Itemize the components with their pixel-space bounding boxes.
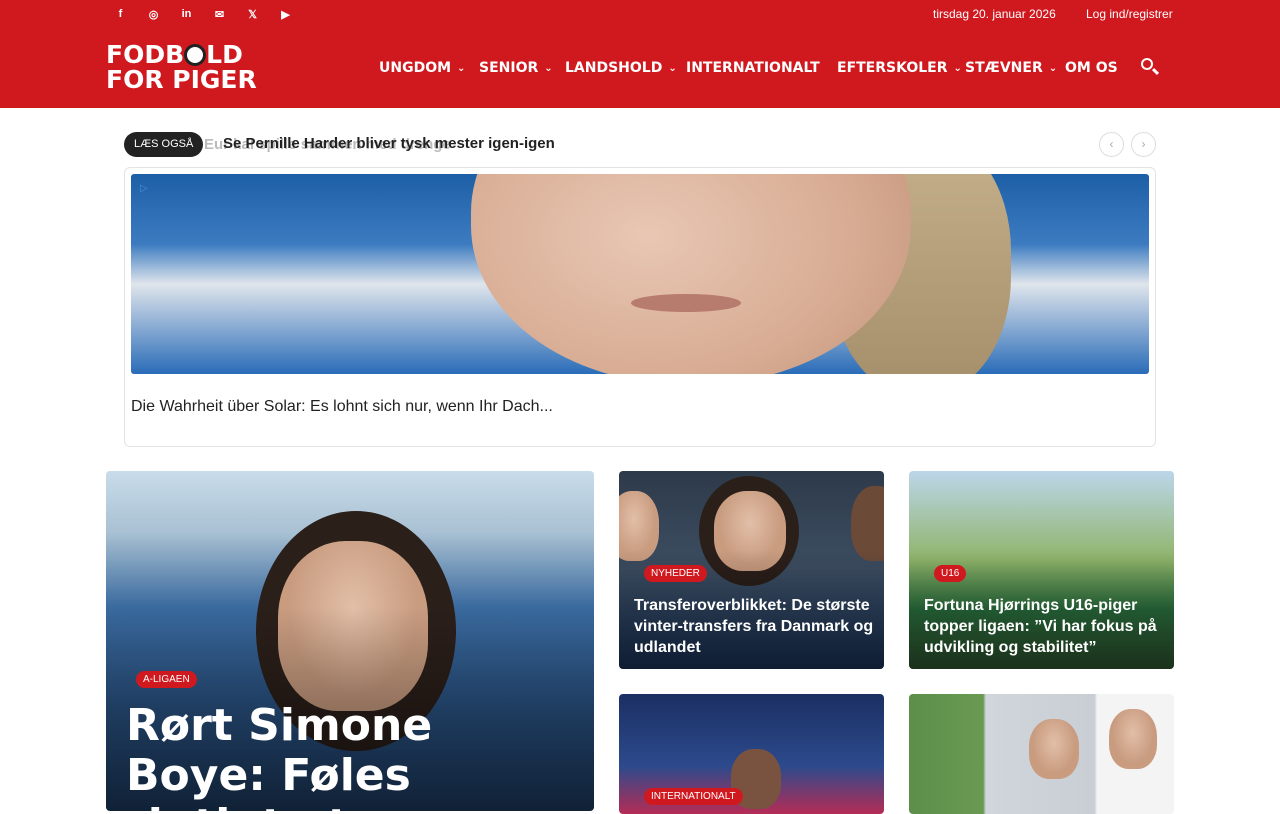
nav-item-internationalt[interactable]: INTERNATIONALT	[686, 58, 837, 78]
nav-item-senior[interactable]: SENIOR ⌄	[479, 58, 565, 78]
search-icon[interactable]	[1140, 57, 1160, 77]
youtube-icon[interactable]: ▶	[269, 6, 302, 22]
mail-icon[interactable]: ✉	[203, 6, 236, 22]
ticker-badge: LÆS OGSÅ	[124, 132, 204, 157]
logo-text-2: FOR PIGER	[106, 65, 257, 94]
article-card[interactable]	[909, 694, 1174, 814]
chevron-down-icon: ⌄	[1048, 62, 1058, 74]
instagram-icon[interactable]: ◎	[137, 6, 170, 22]
x-icon[interactable]: 𝕏	[236, 6, 269, 22]
nav-item-staevner[interactable]: STÆVNER ⌄	[965, 58, 1065, 78]
chevron-down-icon: ⌄	[668, 62, 677, 74]
news-ticker: Eur kal spille sammen med drenge LÆS OGS…	[124, 132, 1156, 157]
linkedin-icon[interactable]: in	[170, 6, 203, 22]
nav-item-ungdom[interactable]: UNGDOM ⌄	[379, 58, 479, 78]
ad-image[interactable]: ▷	[131, 174, 1149, 374]
site-header: f ◎ in ✉ 𝕏 ▶ tirsdag 20. januar 2026 Log…	[0, 0, 1280, 108]
nav-item-efterskoler[interactable]: EFTERSKOLER ⌄	[837, 58, 965, 78]
facebook-icon[interactable]: f	[104, 6, 137, 22]
ticker-prev-button[interactable]: ‹	[1099, 132, 1124, 157]
ticker-next-button[interactable]: ›	[1131, 132, 1156, 157]
article-title[interactable]: Fortuna Hjørrings U16-piger topper ligae…	[924, 595, 1164, 658]
current-date: tirsdag 20. januar 2026	[933, 7, 1056, 21]
football-icon	[184, 44, 207, 66]
article-card[interactable]: U16 Fortuna Hjørrings U16-piger topper l…	[909, 471, 1174, 669]
social-links: f ◎ in ✉ 𝕏 ▶	[104, 6, 302, 22]
category-badge[interactable]: A-LIGAEN	[136, 671, 197, 688]
chevron-down-icon: ⌄	[953, 62, 962, 74]
ad-block[interactable]: ▷ Die Wahrheit über Solar: Es lohnt sich…	[124, 167, 1156, 447]
nav-item-om-os[interactable]: OM OS	[1065, 58, 1125, 78]
site-logo[interactable]: FODB LD FOR PIGER	[106, 42, 258, 96]
category-badge[interactable]: U16	[934, 565, 967, 582]
chevron-down-icon: ⌄	[544, 62, 553, 74]
article-title[interactable]: Transferoverblikket: De største vinter-t…	[634, 595, 874, 658]
adchoices-icon[interactable]: ▷	[140, 183, 152, 195]
ticker-headline[interactable]: Se Pernille Harder bliver tysk mester ig…	[223, 135, 555, 152]
article-card-featured[interactable]: A-LIGAEN Rørt Simone Boye: Føles rigtigt…	[106, 471, 594, 811]
article-title[interactable]: Rørt Simone Boye: Føles rigtigt at	[126, 701, 566, 812]
category-badge[interactable]: NYHEDER	[644, 565, 707, 582]
article-card[interactable]: INTERNATIONALT	[619, 694, 884, 814]
article-card[interactable]: NYHEDER Transferoverblikket: De største …	[619, 471, 884, 669]
ad-headline[interactable]: Die Wahrheit über Solar: Es lohnt sich n…	[131, 398, 553, 416]
login-link[interactable]: Log ind/registrer	[1086, 7, 1173, 21]
nav-item-landshold[interactable]: LANDSHOLD ⌄	[565, 58, 686, 78]
chevron-down-icon: ⌄	[457, 62, 466, 74]
category-badge[interactable]: INTERNATIONALT	[644, 788, 743, 805]
main-nav: UNGDOM ⌄ SENIOR ⌄ LANDSHOLD ⌄ INTERNATIONAL…	[379, 58, 1125, 78]
